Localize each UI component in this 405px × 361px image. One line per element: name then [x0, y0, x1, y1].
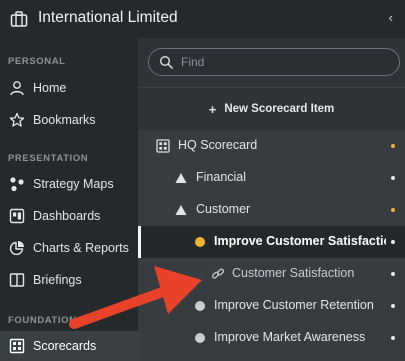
- section-label-personal: PERSONAL: [8, 56, 66, 67]
- status-dot: [391, 304, 395, 308]
- new-scorecard-item-button[interactable]: + New Scorecard Item: [138, 90, 405, 128]
- book-icon: [9, 273, 25, 287]
- tree-row-label: Improve Customer Retention: [214, 298, 374, 312]
- link-icon: [212, 268, 224, 279]
- search-box[interactable]: [148, 48, 400, 76]
- tree-row-improve-market-awareness[interactable]: Improve Market Awareness: [138, 322, 405, 354]
- tree-row-label: Financial: [196, 170, 247, 184]
- scorecard-icon: [9, 338, 25, 354]
- scorecard-icon: [156, 139, 170, 153]
- status-dot: [391, 272, 395, 276]
- sidebar-item-bookmarks[interactable]: Bookmarks: [0, 104, 138, 136]
- triangle-icon: [175, 205, 187, 215]
- status-dot-icon: [195, 301, 205, 311]
- sidebar-item-label: Briefings: [33, 273, 82, 287]
- scorecard-tree: HQ Scorecard Financial Customer Improve …: [138, 130, 405, 361]
- strategy-map-icon: [10, 177, 24, 192]
- briefcase-icon: [10, 11, 28, 27]
- tree-row-label: Improve Market Awareness: [214, 330, 366, 344]
- selection-indicator: [138, 226, 141, 258]
- tree-row-label: Customer Satisfaction: [232, 266, 355, 280]
- sidebar-item-label: Home: [33, 81, 67, 95]
- sidebar-item-scorecards[interactable]: Scorecards: [0, 331, 138, 361]
- search-input[interactable]: [181, 53, 391, 71]
- sidebar: PERSONAL Home Bookmarks PRESENTATION Str…: [0, 38, 138, 361]
- tree-row-label: HQ Scorecard: [178, 138, 258, 152]
- search-icon: [159, 55, 173, 69]
- status-dot: [391, 144, 395, 148]
- tree-row-improve-customer-retention[interactable]: Improve Customer Retention: [138, 290, 405, 322]
- user-icon: [10, 81, 24, 96]
- divider: [138, 87, 405, 88]
- sidebar-item-label: Scorecards: [33, 339, 97, 353]
- sidebar-item-strategy-maps[interactable]: Strategy Maps: [0, 168, 138, 200]
- scorecard-tree-panel: + New Scorecard Item HQ Scorecard Financ…: [138, 38, 405, 361]
- organization-title[interactable]: International Limited: [38, 9, 178, 27]
- tree-row-label: Improve Customer Satisfaction: [214, 234, 386, 248]
- status-dot-icon: [195, 237, 205, 247]
- status-dot: [391, 208, 395, 212]
- new-scorecard-item-label: New Scorecard Item: [224, 103, 335, 115]
- collapse-sidebar-button[interactable]: ‹: [389, 10, 393, 25]
- plus-icon: +: [208, 101, 217, 117]
- sidebar-item-label: Charts & Reports: [33, 241, 129, 255]
- tree-row-hq-scorecard[interactable]: HQ Scorecard: [138, 130, 405, 162]
- sidebar-item-charts-reports[interactable]: Charts & Reports: [0, 232, 138, 264]
- star-icon: [9, 112, 25, 127]
- triangle-icon: [175, 173, 187, 183]
- status-dot: [391, 336, 395, 340]
- status-dot-icon: [195, 333, 205, 343]
- section-label-foundation: FOUNDATION: [8, 315, 77, 326]
- dashboard-icon: [9, 208, 25, 224]
- section-label-presentation: PRESENTATION: [8, 153, 89, 164]
- tree-row-financial[interactable]: Financial: [138, 162, 405, 194]
- sidebar-item-home[interactable]: Home: [0, 72, 138, 104]
- sidebar-item-label: Dashboards: [33, 209, 101, 223]
- sidebar-item-label: Bookmarks: [33, 113, 96, 127]
- status-dot: [391, 176, 395, 180]
- tree-row-customer[interactable]: Customer: [138, 194, 405, 226]
- sidebar-item-dashboards[interactable]: Dashboards: [0, 200, 138, 232]
- top-bar: International Limited ‹: [0, 0, 405, 38]
- sidebar-item-briefings[interactable]: Briefings: [0, 264, 138, 296]
- sidebar-item-label: Strategy Maps: [33, 177, 114, 191]
- tree-row-customer-satisfaction[interactable]: Customer Satisfaction: [138, 258, 405, 290]
- tree-row-label: Customer: [196, 202, 251, 216]
- pie-chart-icon: [9, 241, 24, 256]
- status-dot: [391, 240, 395, 244]
- tree-row-improve-customer-satisfaction[interactable]: Improve Customer Satisfaction: [138, 226, 405, 258]
